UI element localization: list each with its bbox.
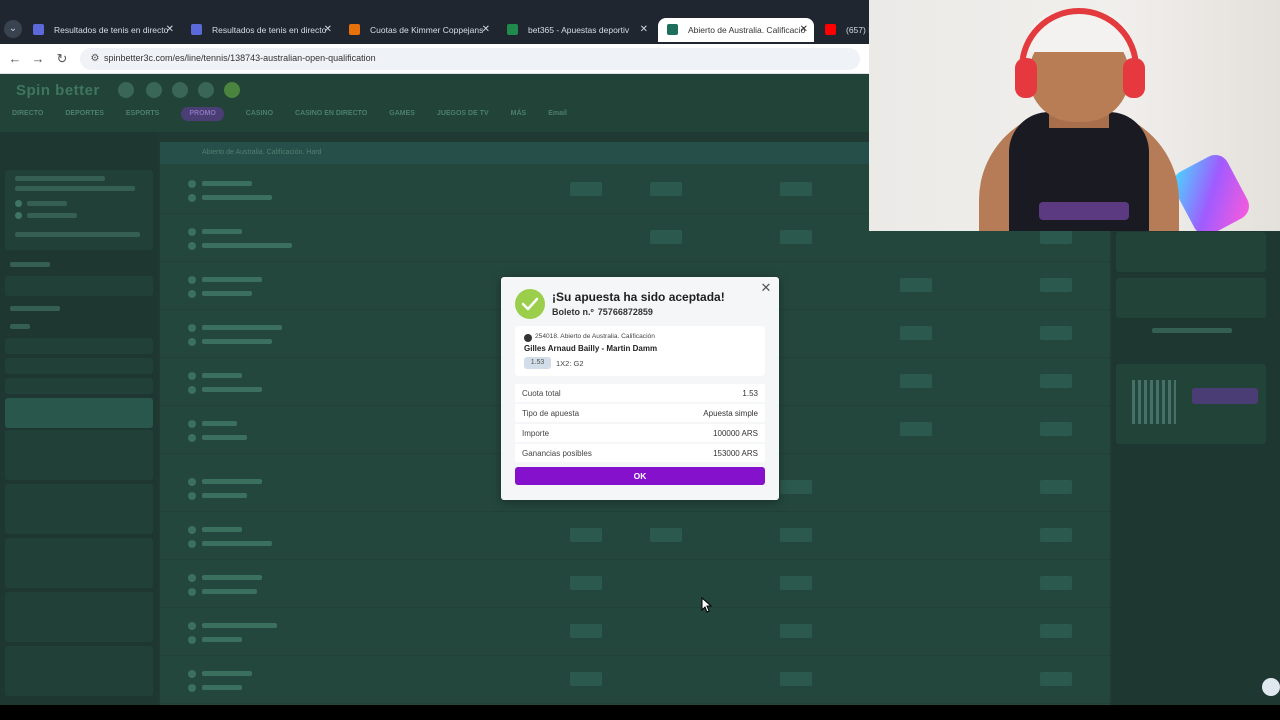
- tab-close-icon[interactable]: ✕: [640, 18, 648, 42]
- tab-label: Abierto de Australia. Calificació: [688, 25, 806, 35]
- summary-row: Tipo de apuesta Apuesta simple: [515, 404, 765, 422]
- tab-label: Resultados de tenis en directo: [212, 25, 327, 35]
- url-text: spinbetter3c.com/es/line/tennis/138743-a…: [104, 53, 376, 63]
- browser-tab-active[interactable]: Abierto de Australia. Calificació ✕: [658, 18, 814, 42]
- ticket-number: Boleto n.º 75766872859: [552, 307, 653, 317]
- odd-badge: 1.53: [524, 357, 551, 369]
- summary-key: Cuota total: [522, 389, 561, 398]
- summary-row: Ganancias posibles 153000 ARS: [515, 444, 765, 462]
- summary-value: 153000 ARS: [713, 449, 758, 458]
- tab-label: Resultados de tenis en directo: [54, 25, 169, 35]
- browser-tab[interactable]: Cuotas de Kimmer Coppejans ✕: [340, 18, 496, 42]
- bet-event-card: 254018. Abierto de Australia. Calificaci…: [515, 326, 765, 376]
- address-bar-row: ← → ↻ ⚙ spinbetter3c.com/es/line/tennis/…: [0, 44, 869, 74]
- tab-favicon-icon: [349, 24, 360, 35]
- ok-button[interactable]: OK: [515, 467, 765, 485]
- summary-value: 100000 ARS: [713, 429, 758, 438]
- bet-accepted-dialog: ✕ ¡Su apuesta ha sido aceptada! Boleto n…: [501, 277, 779, 500]
- youtube-favicon-icon: [825, 24, 836, 35]
- tab-favicon-icon: [667, 24, 678, 35]
- browser-tab[interactable]: (657) En: [816, 18, 869, 42]
- tab-label: (657) En: [846, 25, 869, 35]
- ticket-value: 75766872859: [597, 307, 653, 317]
- browser-tab[interactable]: Resultados de tenis en directo ✕: [182, 18, 338, 42]
- browser-tab[interactable]: Resultados de tenis en directo ✕: [24, 18, 180, 42]
- url-input[interactable]: ⚙ spinbetter3c.com/es/line/tennis/138743…: [80, 48, 860, 70]
- tab-close-icon[interactable]: ✕: [324, 18, 332, 42]
- bottom-letterbox: [0, 705, 1280, 720]
- summary-key: Ganancias posibles: [522, 449, 592, 458]
- tab-label: Cuotas de Kimmer Coppejans: [370, 25, 484, 35]
- tab-close-icon[interactable]: ✕: [166, 18, 174, 42]
- tab-favicon-icon: [507, 24, 518, 35]
- tennis-ball-icon: [524, 334, 532, 342]
- back-arrow-icon[interactable]: ←: [6, 50, 24, 68]
- tab-search-chevron-icon[interactable]: ⌄: [4, 20, 22, 38]
- summary-key: Importe: [522, 429, 550, 438]
- summary-value: Apuesta simple: [703, 409, 758, 418]
- dialog-title: ¡Su apuesta ha sido aceptada!: [552, 290, 725, 304]
- tab-favicon-icon: [33, 24, 44, 35]
- mouse-cursor-icon: [701, 597, 713, 613]
- reload-icon[interactable]: ↻: [53, 50, 71, 68]
- summary-row: Cuota total 1.53: [515, 384, 765, 402]
- event-league: 254018. Abierto de Australia. Calificaci…: [535, 333, 655, 340]
- close-icon[interactable]: ✕: [759, 281, 773, 295]
- browser-tab-bar: ⌄ Resultados de tenis en directo ✕ Resul…: [0, 0, 869, 44]
- browser-tab[interactable]: bet365 - Apuestas deportiv ✕: [498, 18, 654, 42]
- bet-market: 1X2: G2: [556, 359, 584, 368]
- summary-key: Tipo de apuesta: [522, 409, 580, 418]
- event-match: Gilles Arnaud Bailly - Martin Damm: [524, 344, 658, 353]
- support-chat-icon[interactable]: [1262, 678, 1280, 696]
- webcam-overlay: [869, 0, 1280, 231]
- forward-arrow-icon[interactable]: →: [29, 50, 47, 68]
- check-icon: [515, 289, 545, 319]
- summary-row: Importe 100000 ARS: [515, 424, 765, 442]
- screen: ⌄ Resultados de tenis en directo ✕ Resul…: [0, 0, 1280, 720]
- tab-close-icon[interactable]: ✕: [800, 18, 808, 42]
- tab-label: bet365 - Apuestas deportiv: [528, 25, 630, 35]
- site-info-icon[interactable]: ⚙: [88, 52, 102, 66]
- ticket-label: Boleto n.º: [552, 307, 594, 317]
- summary-value: 1.53: [742, 389, 758, 398]
- tab-close-icon[interactable]: ✕: [482, 18, 490, 42]
- tab-favicon-icon: [191, 24, 202, 35]
